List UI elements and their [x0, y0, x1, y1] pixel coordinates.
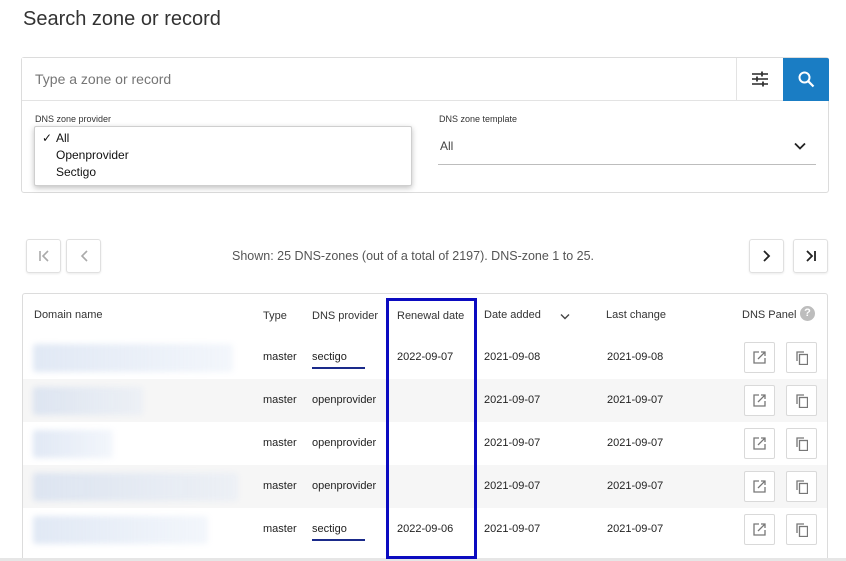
template-label: DNS zone template [439, 114, 518, 124]
domain-name-redacted[interactable] [33, 430, 113, 458]
domain-name-redacted[interactable] [33, 473, 238, 501]
copy-icon [795, 522, 808, 537]
cell-type: master [263, 394, 297, 406]
first-page-button[interactable] [26, 239, 61, 273]
open-external-icon [753, 437, 766, 450]
copy-icon [795, 393, 808, 408]
provider-underline [312, 367, 365, 369]
open-external-icon [753, 523, 766, 536]
open-panel-button[interactable] [744, 471, 775, 502]
header-renewal: Renewal date [397, 310, 465, 322]
chevron-left-icon [80, 250, 88, 262]
table-row[interactable]: master sectigo 2022-09-06 2021-09-07 202… [23, 508, 827, 551]
chevron-right-icon [762, 250, 770, 262]
provider-dropdown[interactable]: ✓ All Openprovider Sectigo [34, 126, 412, 186]
cell-added: 2021-09-07 [484, 480, 541, 492]
cell-added: 2021-09-07 [484, 394, 541, 406]
cell-added: 2021-09-08 [484, 351, 541, 363]
cell-type: master [263, 437, 297, 449]
cell-type: master [263, 351, 297, 363]
copy-button[interactable] [786, 342, 817, 373]
provider-label: DNS zone provider [35, 114, 112, 124]
domain-name-redacted[interactable] [33, 344, 233, 372]
cell-added: 2021-09-07 [484, 437, 541, 449]
copy-button[interactable] [786, 514, 817, 545]
cell-changed: 2021-09-07 [607, 480, 664, 492]
header-changed: Last change [606, 309, 666, 321]
pagination-status: Shown: 25 DNS-zones (out of a total of 2… [232, 249, 595, 263]
last-page-button[interactable] [793, 239, 828, 273]
cell-provider: openprovider [312, 480, 377, 492]
check-icon: ✓ [42, 131, 53, 145]
cell-changed: 2021-09-07 [607, 523, 664, 535]
provider-option-label: Openprovider [56, 148, 129, 162]
open-external-icon [753, 394, 766, 407]
open-panel-button[interactable] [744, 514, 775, 545]
table-row[interactable]: master openprovider 2021-09-07 2021-09-0… [23, 379, 827, 422]
cell-added: 2021-09-07 [484, 523, 541, 535]
copy-icon [795, 436, 808, 451]
cell-provider: openprovider [312, 394, 377, 406]
cell-type: master [263, 480, 297, 492]
provider-option-label: All [56, 131, 70, 145]
filter-button[interactable] [736, 58, 783, 101]
header-domain: Domain name [34, 309, 103, 321]
provider-option-openprovider[interactable]: Openprovider [35, 147, 411, 164]
cell-provider: openprovider [312, 437, 377, 449]
cell-changed: 2021-09-07 [607, 437, 664, 449]
header-type: Type [263, 310, 287, 322]
provider-option-sectigo[interactable]: Sectigo [35, 164, 411, 181]
provider-underline [312, 539, 365, 541]
search-input[interactable] [22, 58, 736, 101]
template-select-value: All [440, 139, 454, 153]
cell-type: master [263, 523, 297, 535]
help-icon[interactable]: ? [800, 306, 815, 321]
table-row[interactable]: master openprovider 2021-09-07 2021-09-0… [23, 465, 827, 508]
page-title: Search zone or record [23, 8, 221, 30]
domain-name-redacted[interactable] [33, 387, 143, 415]
provider-option-all[interactable]: ✓ All [35, 130, 411, 147]
open-external-icon [753, 480, 766, 493]
table-row[interactable]: master openprovider 2021-09-07 2021-09-0… [23, 422, 827, 465]
copy-button[interactable] [786, 385, 817, 416]
cell-provider: sectigo [312, 523, 347, 535]
copy-button[interactable] [786, 471, 817, 502]
cell-changed: 2021-09-07 [607, 394, 664, 406]
template-select[interactable]: All [438, 130, 816, 165]
prev-page-button[interactable] [66, 239, 101, 273]
copy-button[interactable] [786, 428, 817, 459]
open-panel-button[interactable] [744, 342, 775, 373]
chevron-down-icon[interactable] [560, 313, 570, 320]
header-provider: DNS provider [312, 310, 379, 322]
cell-renewal: 2022-09-07 [397, 351, 454, 363]
domain-name-redacted[interactable] [33, 516, 208, 544]
next-page-button[interactable] [749, 239, 784, 273]
search-button[interactable] [783, 58, 829, 101]
sliders-icon [752, 71, 768, 87]
copy-icon [795, 350, 808, 365]
provider-option-label: Sectigo [56, 165, 97, 179]
cell-provider: sectigo [312, 351, 347, 363]
cell-renewal: 2022-09-06 [397, 523, 454, 535]
copy-icon [795, 479, 808, 494]
search-icon [798, 71, 814, 88]
open-external-icon [753, 351, 766, 364]
chevron-down-icon [794, 142, 806, 150]
table-row[interactable]: master sectigo 2022-09-07 2021-09-08 202… [23, 336, 827, 379]
open-panel-button[interactable] [744, 428, 775, 459]
cell-changed: 2021-09-08 [607, 351, 664, 363]
open-panel-button[interactable] [744, 385, 775, 416]
dns-zone-table: Domain name Type DNS provider Renewal da… [22, 293, 828, 561]
header-panel: DNS Panel [742, 309, 797, 321]
first-page-icon [38, 250, 49, 262]
header-added[interactable]: Date added [484, 309, 541, 321]
last-page-icon [805, 250, 816, 262]
